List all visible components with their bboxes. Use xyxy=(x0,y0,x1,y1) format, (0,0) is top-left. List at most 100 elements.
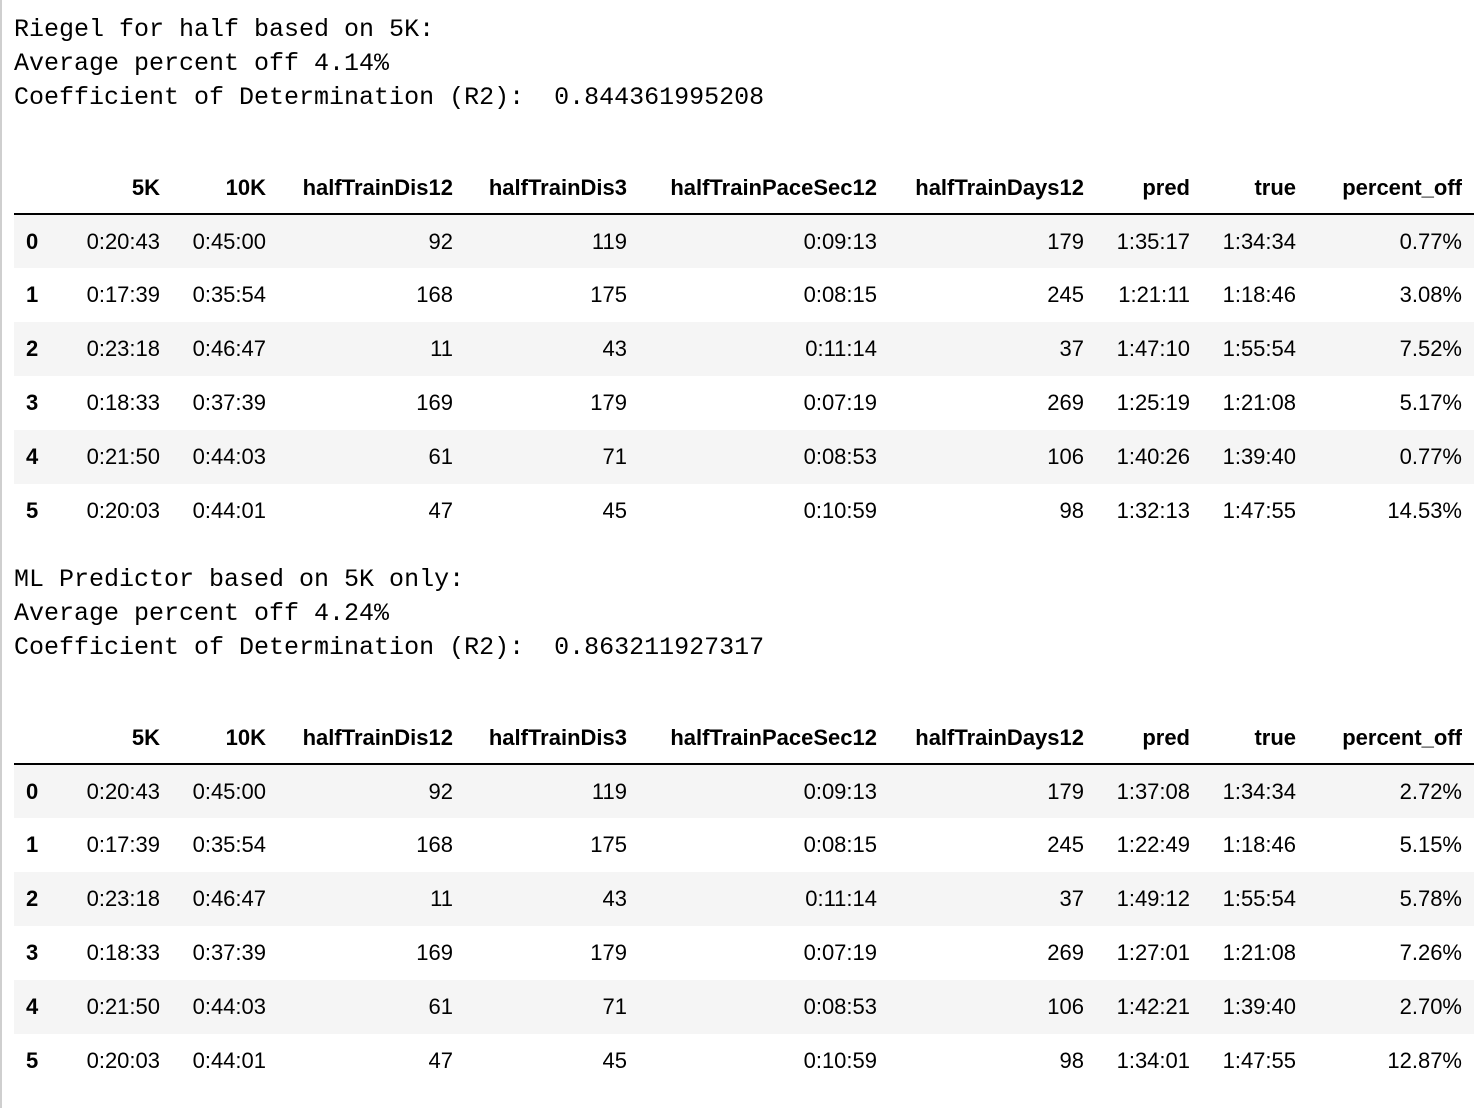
cell-halftraindays12: 245 xyxy=(1047,832,1084,857)
cell-percent-off: 5.17% xyxy=(1399,390,1462,415)
cell-percent-off: 12.87% xyxy=(1387,1048,1462,1073)
table-row: 5 0:20:03 0:44:01 47 45 0:10:59 98 1:34:01 1:47:… xyxy=(14,1034,1474,1088)
cell-true: 1:39:40 xyxy=(1222,444,1296,469)
cell-halftraindis3: 43 xyxy=(602,336,627,361)
cell-halftraindays12: 37 xyxy=(1059,886,1084,911)
row-index: 0 xyxy=(26,228,39,254)
cell-5k: 0:21:50 xyxy=(86,444,160,469)
cell-halftrainpacesec12: 0:11:14 xyxy=(805,336,877,361)
row-index: 1 xyxy=(26,832,39,857)
row-index: 1 xyxy=(26,282,39,307)
cell-10k: 0:45:00 xyxy=(192,228,266,254)
col-header-10k: 10K xyxy=(172,162,278,215)
cell-5k: 0:18:33 xyxy=(86,940,160,965)
cell-10k: 0:37:39 xyxy=(192,390,266,415)
cell-halftraindis3: 175 xyxy=(590,832,627,857)
col-header-halftraindis12: halfTrainDis12 xyxy=(278,712,465,765)
cell-halftrainpacesec12: 0:08:53 xyxy=(803,444,877,469)
table-row: 4 0:21:50 0:44:03 61 71 0:08:53 106 1:40:26 1:39… xyxy=(14,430,1474,484)
row-index: 4 xyxy=(26,994,39,1019)
col-header-halftraindays12: halfTrainDays12 xyxy=(889,712,1096,765)
dataframe-body: 0 0:20:43 0:45:00 92 119 0:09:13 179 1:35:17 1:3… xyxy=(14,214,1474,538)
cell-5k: 0:20:43 xyxy=(86,778,160,804)
cell-halftraindays12: 106 xyxy=(1047,994,1084,1019)
col-header-halftrainpacesec12: halfTrainPaceSec12 xyxy=(639,712,889,765)
dataframe-body: 0 0:20:43 0:45:00 92 119 0:09:13 179 1:37:08 1:3… xyxy=(14,764,1474,1088)
cell-halftraindays12: 98 xyxy=(1059,498,1084,523)
col-header-halftraindis3: halfTrainDis3 xyxy=(465,162,639,215)
dataframe-riegel: 5K 10K halfTrainDis12 halfTrainDis3 half… xyxy=(14,162,1474,538)
cell-halftraindis3: 45 xyxy=(602,1048,627,1073)
table-row: 1 0:17:39 0:35:54 168 175 0:08:15 245 1:22:49 1:… xyxy=(14,818,1474,872)
cell-halftraindis12: 61 xyxy=(428,994,453,1019)
cell-halftraindis3: 119 xyxy=(591,778,627,804)
col-header-5k: 5K xyxy=(66,162,172,215)
cell-halftrainpacesec12: 0:10:59 xyxy=(803,1048,877,1073)
cell-halftrainpacesec12: 0:08:15 xyxy=(803,282,877,307)
cell-5k: 0:17:39 xyxy=(86,832,160,857)
cell-halftraindis3: 119 xyxy=(591,228,627,254)
row-index: 2 xyxy=(26,336,39,361)
cell-halftrainpacesec12: 0:08:53 xyxy=(803,994,877,1019)
cell-halftraindays12: 179 xyxy=(1047,228,1084,254)
table-row: 3 0:18:33 0:37:39 169 179 0:07:19 269 1:27:01 1:… xyxy=(14,926,1474,980)
cell-true: 1:55:54 xyxy=(1222,886,1296,911)
cell-halftrainpacesec12: 0:07:19 xyxy=(803,940,877,965)
cell-percent-off: 5.15% xyxy=(1399,832,1462,857)
cell-pred: 1:40:26 xyxy=(1116,444,1190,469)
header-row: 5K 10K halfTrainDis12 halfTrainDis3 half… xyxy=(14,712,1474,765)
cell-halftraindis3: 45 xyxy=(602,498,627,523)
index-header xyxy=(14,712,66,765)
cell-halftraindays12: 106 xyxy=(1047,444,1084,469)
output-text-ml-predictor: ML Predictor based on 5K only: Average p… xyxy=(14,563,764,665)
cell-true: 1:18:46 xyxy=(1222,832,1296,857)
table-row: 2 0:23:18 0:46:47 11 43 0:11:14 37 1:49:12 1:55:… xyxy=(14,872,1474,926)
cell-halftraindays12: 269 xyxy=(1047,390,1084,415)
row-index: 5 xyxy=(26,498,39,523)
cell-halftraindays12: 269 xyxy=(1047,940,1084,965)
cell-percent-off: 14.53% xyxy=(1387,498,1462,523)
cell-true: 1:34:34 xyxy=(1222,228,1296,254)
output-text-riegel: Riegel for half based on 5K: Average per… xyxy=(14,13,764,115)
cell-halftraindis12: 169 xyxy=(416,940,453,965)
cell-5k: 0:20:43 xyxy=(86,228,160,254)
cell-5k: 0:18:33 xyxy=(86,390,160,415)
cell-true: 1:55:54 xyxy=(1222,336,1296,361)
cell-halftraindays12: 179 xyxy=(1047,778,1084,804)
cell-halftraindays12: 98 xyxy=(1059,1048,1084,1073)
cell-halftraindis3: 179 xyxy=(590,940,627,965)
cell-10k: 0:46:47 xyxy=(192,886,266,911)
cell-10k: 0:37:39 xyxy=(192,940,266,965)
cell-true: 1:18:46 xyxy=(1222,282,1296,307)
table-row: 2 0:23:18 0:46:47 11 43 0:11:14 37 1:47:10 1:55:… xyxy=(14,322,1474,376)
cell-pred: 1:21:11 xyxy=(1118,282,1190,307)
cell-pred: 1:34:01 xyxy=(1116,1048,1190,1073)
cell-halftraindis12: 47 xyxy=(428,1048,453,1073)
cell-percent-off: 7.26% xyxy=(1399,940,1462,965)
cell-10k: 0:46:47 xyxy=(192,336,266,361)
col-header-pred: pred xyxy=(1096,712,1202,765)
cell-pred: 1:25:19 xyxy=(1116,390,1190,415)
cell-halftrainpacesec12: 0:11:14 xyxy=(805,886,877,911)
table-row: 0 0:20:43 0:45:00 92 119 0:09:13 179 1:37:08 1:3… xyxy=(14,764,1474,818)
col-header-5k: 5K xyxy=(66,712,172,765)
cell-10k: 0:35:54 xyxy=(192,832,266,857)
cell-true: 1:39:40 xyxy=(1222,994,1296,1019)
cell-10k: 0:45:00 xyxy=(192,778,266,804)
cell-pred: 1:35:17 xyxy=(1116,228,1190,254)
cell-pred: 1:42:21 xyxy=(1116,994,1190,1019)
cell-halftraindis12: 92 xyxy=(428,228,453,254)
cell-pred: 1:27:01 xyxy=(1116,940,1190,965)
cell-true: 1:47:55 xyxy=(1222,498,1296,523)
cell-halftraindis12: 169 xyxy=(416,390,453,415)
cell-halftrainpacesec12: 0:07:19 xyxy=(803,390,877,415)
cell-halftraindis3: 71 xyxy=(602,994,627,1019)
cell-pred: 1:22:49 xyxy=(1116,832,1190,857)
output-line: Average percent off 4.24% xyxy=(14,599,390,628)
cell-percent-off: 2.70% xyxy=(1399,994,1462,1019)
index-header xyxy=(14,162,66,215)
cell-percent-off: 3.08% xyxy=(1399,282,1462,307)
cell-true: 1:34:34 xyxy=(1222,778,1296,804)
table-row: 1 0:17:39 0:35:54 168 175 0:08:15 245 1:21:11 1:… xyxy=(14,268,1474,322)
cell-percent-off: 7.52% xyxy=(1399,336,1462,361)
